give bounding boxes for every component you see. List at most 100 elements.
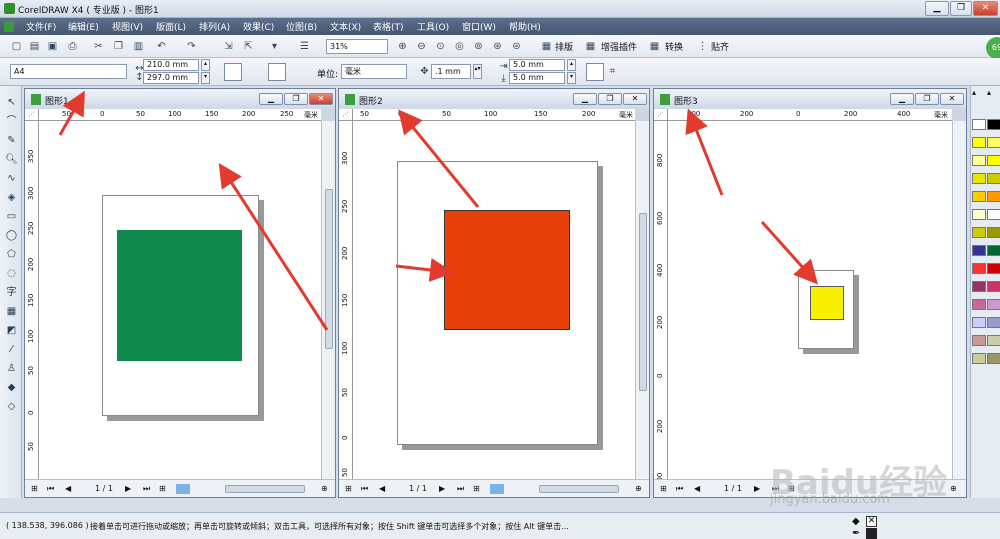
first-page-icon[interactable]: ⏮ [47, 484, 54, 494]
add-page-after-icon[interactable]: ⊞ [159, 484, 166, 493]
color-swatch[interactable] [972, 353, 986, 364]
color-swatch[interactable] [972, 245, 986, 256]
green-rectangle[interactable] [117, 230, 242, 361]
document-1-titlebar[interactable]: 图形1 ▁ ❐ ✕ [25, 89, 335, 109]
vertical-ruler[interactable]: 350 300 250 200 150 100 50 0 50 [25, 121, 39, 479]
first-page-icon[interactable]: ⏮ [361, 484, 368, 494]
color-swatch[interactable] [972, 119, 986, 130]
document-2-close-button[interactable]: ✕ [623, 93, 647, 105]
menu-bitmaps[interactable]: 位图(B) [286, 20, 317, 33]
yellow-square[interactable] [810, 286, 844, 320]
menu-text[interactable]: 文本(X) [330, 20, 361, 33]
zoom-width-icon[interactable]: ⊛ [491, 40, 504, 53]
layout-plugin-button[interactable]: 排版 [555, 40, 573, 53]
minimize-button[interactable]: ▁ [925, 1, 949, 16]
welcome-screen-icon[interactable]: ☰ [298, 40, 311, 53]
convert-button[interactable]: 转换 [665, 40, 683, 53]
menu-effects[interactable]: 效果(C) [243, 20, 274, 33]
horizontal-ruler[interactable]: 400 200 0 200 400 毫米 [668, 109, 952, 121]
color-swatch[interactable] [987, 245, 1000, 256]
pick-tool-icon[interactable]: ↖ [5, 96, 18, 109]
print-icon[interactable]: ⎙ [66, 40, 79, 53]
current-page-button[interactable] [288, 63, 306, 81]
convert-icon[interactable]: ▦ [648, 40, 661, 53]
document-3-titlebar[interactable]: 图形3 ▁ ❐ ✕ [654, 89, 966, 109]
color-swatch[interactable] [987, 317, 1000, 328]
zoom-height-icon[interactable]: ⊜ [510, 40, 523, 53]
document-2-titlebar[interactable]: 图形2 ▁ ❐ ✕ [339, 89, 649, 109]
paper-type-select[interactable]: A4 [10, 64, 127, 79]
zoom-level-field[interactable]: 31% [326, 39, 388, 54]
menu-edit[interactable]: 编辑(E) [68, 20, 99, 33]
color-swatch[interactable] [987, 191, 1000, 202]
color-swatch[interactable] [987, 155, 1000, 166]
color-swatch[interactable] [987, 335, 1000, 346]
add-page-after-icon[interactable]: ⊞ [473, 484, 480, 493]
drawing-canvas-1[interactable] [39, 121, 321, 479]
ruler-origin[interactable]: ⋰ [25, 109, 39, 121]
smart-fill-tool-icon[interactable]: ◈ [5, 191, 18, 204]
vertical-ruler[interactable]: 800 600 400 200 0 200 400 [654, 121, 668, 479]
color-swatch[interactable] [972, 209, 986, 220]
add-page-icon[interactable]: ⊞ [345, 484, 352, 493]
color-swatch[interactable] [972, 227, 986, 238]
duplicate-y-field[interactable]: 5.0 mm [509, 72, 565, 84]
rectangle-tool-icon[interactable]: ▭ [5, 210, 18, 223]
close-button[interactable]: ✕ [973, 1, 998, 16]
zoom-all-icon[interactable]: ◎ [453, 40, 466, 53]
shape-tool-icon[interactable]: ⌒ [5, 115, 18, 128]
freehand-tool-icon[interactable]: ∿ [5, 172, 18, 185]
document-1-restore-button[interactable]: ❐ [284, 93, 308, 105]
ruler-origin[interactable]: ⋰ [339, 109, 353, 121]
vertical-ruler[interactable]: 300 250 200 150 100 50 0 50 [339, 121, 353, 479]
text-tool-icon[interactable]: 字 [5, 286, 18, 299]
fill-tool-icon[interactable]: ◆ [5, 381, 18, 394]
next-page-icon[interactable]: ▶ [754, 484, 760, 493]
horizontal-scrollbar-2[interactable] [539, 485, 619, 493]
last-page-icon[interactable]: ⏭ [457, 484, 464, 494]
next-page-icon[interactable]: ▶ [439, 484, 445, 493]
unit-select[interactable]: 毫米 [341, 64, 407, 79]
application-launcher-icon[interactable]: ▾ [268, 40, 281, 53]
color-swatch[interactable] [987, 281, 1000, 292]
duplicate-y-spinner[interactable]: ▾ [567, 72, 576, 84]
scroll-thumb[interactable] [325, 189, 333, 349]
duplicate-x-field[interactable]: 5.0 mm [509, 59, 565, 71]
page-tab[interactable] [490, 484, 504, 494]
crop-tool-icon[interactable]: ✎ [5, 134, 18, 147]
color-swatch[interactable] [987, 227, 1000, 238]
navigator-icon[interactable]: ⊕ [321, 484, 328, 493]
navigator-icon[interactable]: ⊕ [635, 484, 642, 493]
enhance-plugin-icon[interactable]: ▦ [584, 40, 597, 53]
outline-tool-icon[interactable]: ♙ [5, 362, 18, 375]
first-page-icon[interactable]: ⏮ [676, 484, 683, 494]
color-swatch[interactable] [972, 335, 986, 346]
menu-tools[interactable]: 工具(O) [417, 20, 449, 33]
vertical-scrollbar-1[interactable] [321, 121, 335, 479]
color-swatch[interactable] [972, 191, 986, 202]
menu-table[interactable]: 表格(T) [373, 20, 404, 33]
zoom-page-icon[interactable]: ⊚ [472, 40, 485, 53]
last-page-icon[interactable]: ⏭ [143, 484, 150, 494]
width-spinner[interactable]: ▴ [201, 59, 210, 71]
export-icon[interactable]: ⇱ [242, 40, 255, 53]
basic-shapes-tool-icon[interactable]: ◌ [5, 267, 18, 280]
document-3-restore-button[interactable]: ❐ [915, 93, 939, 105]
new-icon[interactable]: ▢ [10, 40, 23, 53]
paste-icon[interactable]: ▥ [132, 40, 145, 53]
polygon-tool-icon[interactable]: ⬠ [5, 248, 18, 261]
undo-icon[interactable]: ↶ [155, 40, 168, 53]
next-page-icon[interactable]: ▶ [125, 484, 131, 493]
color-swatch[interactable] [987, 353, 1000, 364]
snap-button[interactable]: 贴齐 [711, 40, 729, 53]
duplicate-x-spinner[interactable]: ▴ [567, 59, 576, 71]
menu-layout[interactable]: 版面(L) [156, 20, 186, 33]
menu-window[interactable]: 窗口(W) [462, 20, 496, 33]
prev-page-icon[interactable]: ◀ [65, 484, 71, 493]
palette-scroll-icon[interactable]: ▴ [987, 88, 991, 97]
prev-page-icon[interactable]: ◀ [379, 484, 385, 493]
color-swatch[interactable] [987, 173, 1000, 184]
interactive-fill-tool-icon[interactable]: ◇ [5, 400, 18, 413]
menu-arrange[interactable]: 排列(A) [199, 20, 230, 33]
layout-plugin-icon[interactable]: ▦ [540, 40, 553, 53]
